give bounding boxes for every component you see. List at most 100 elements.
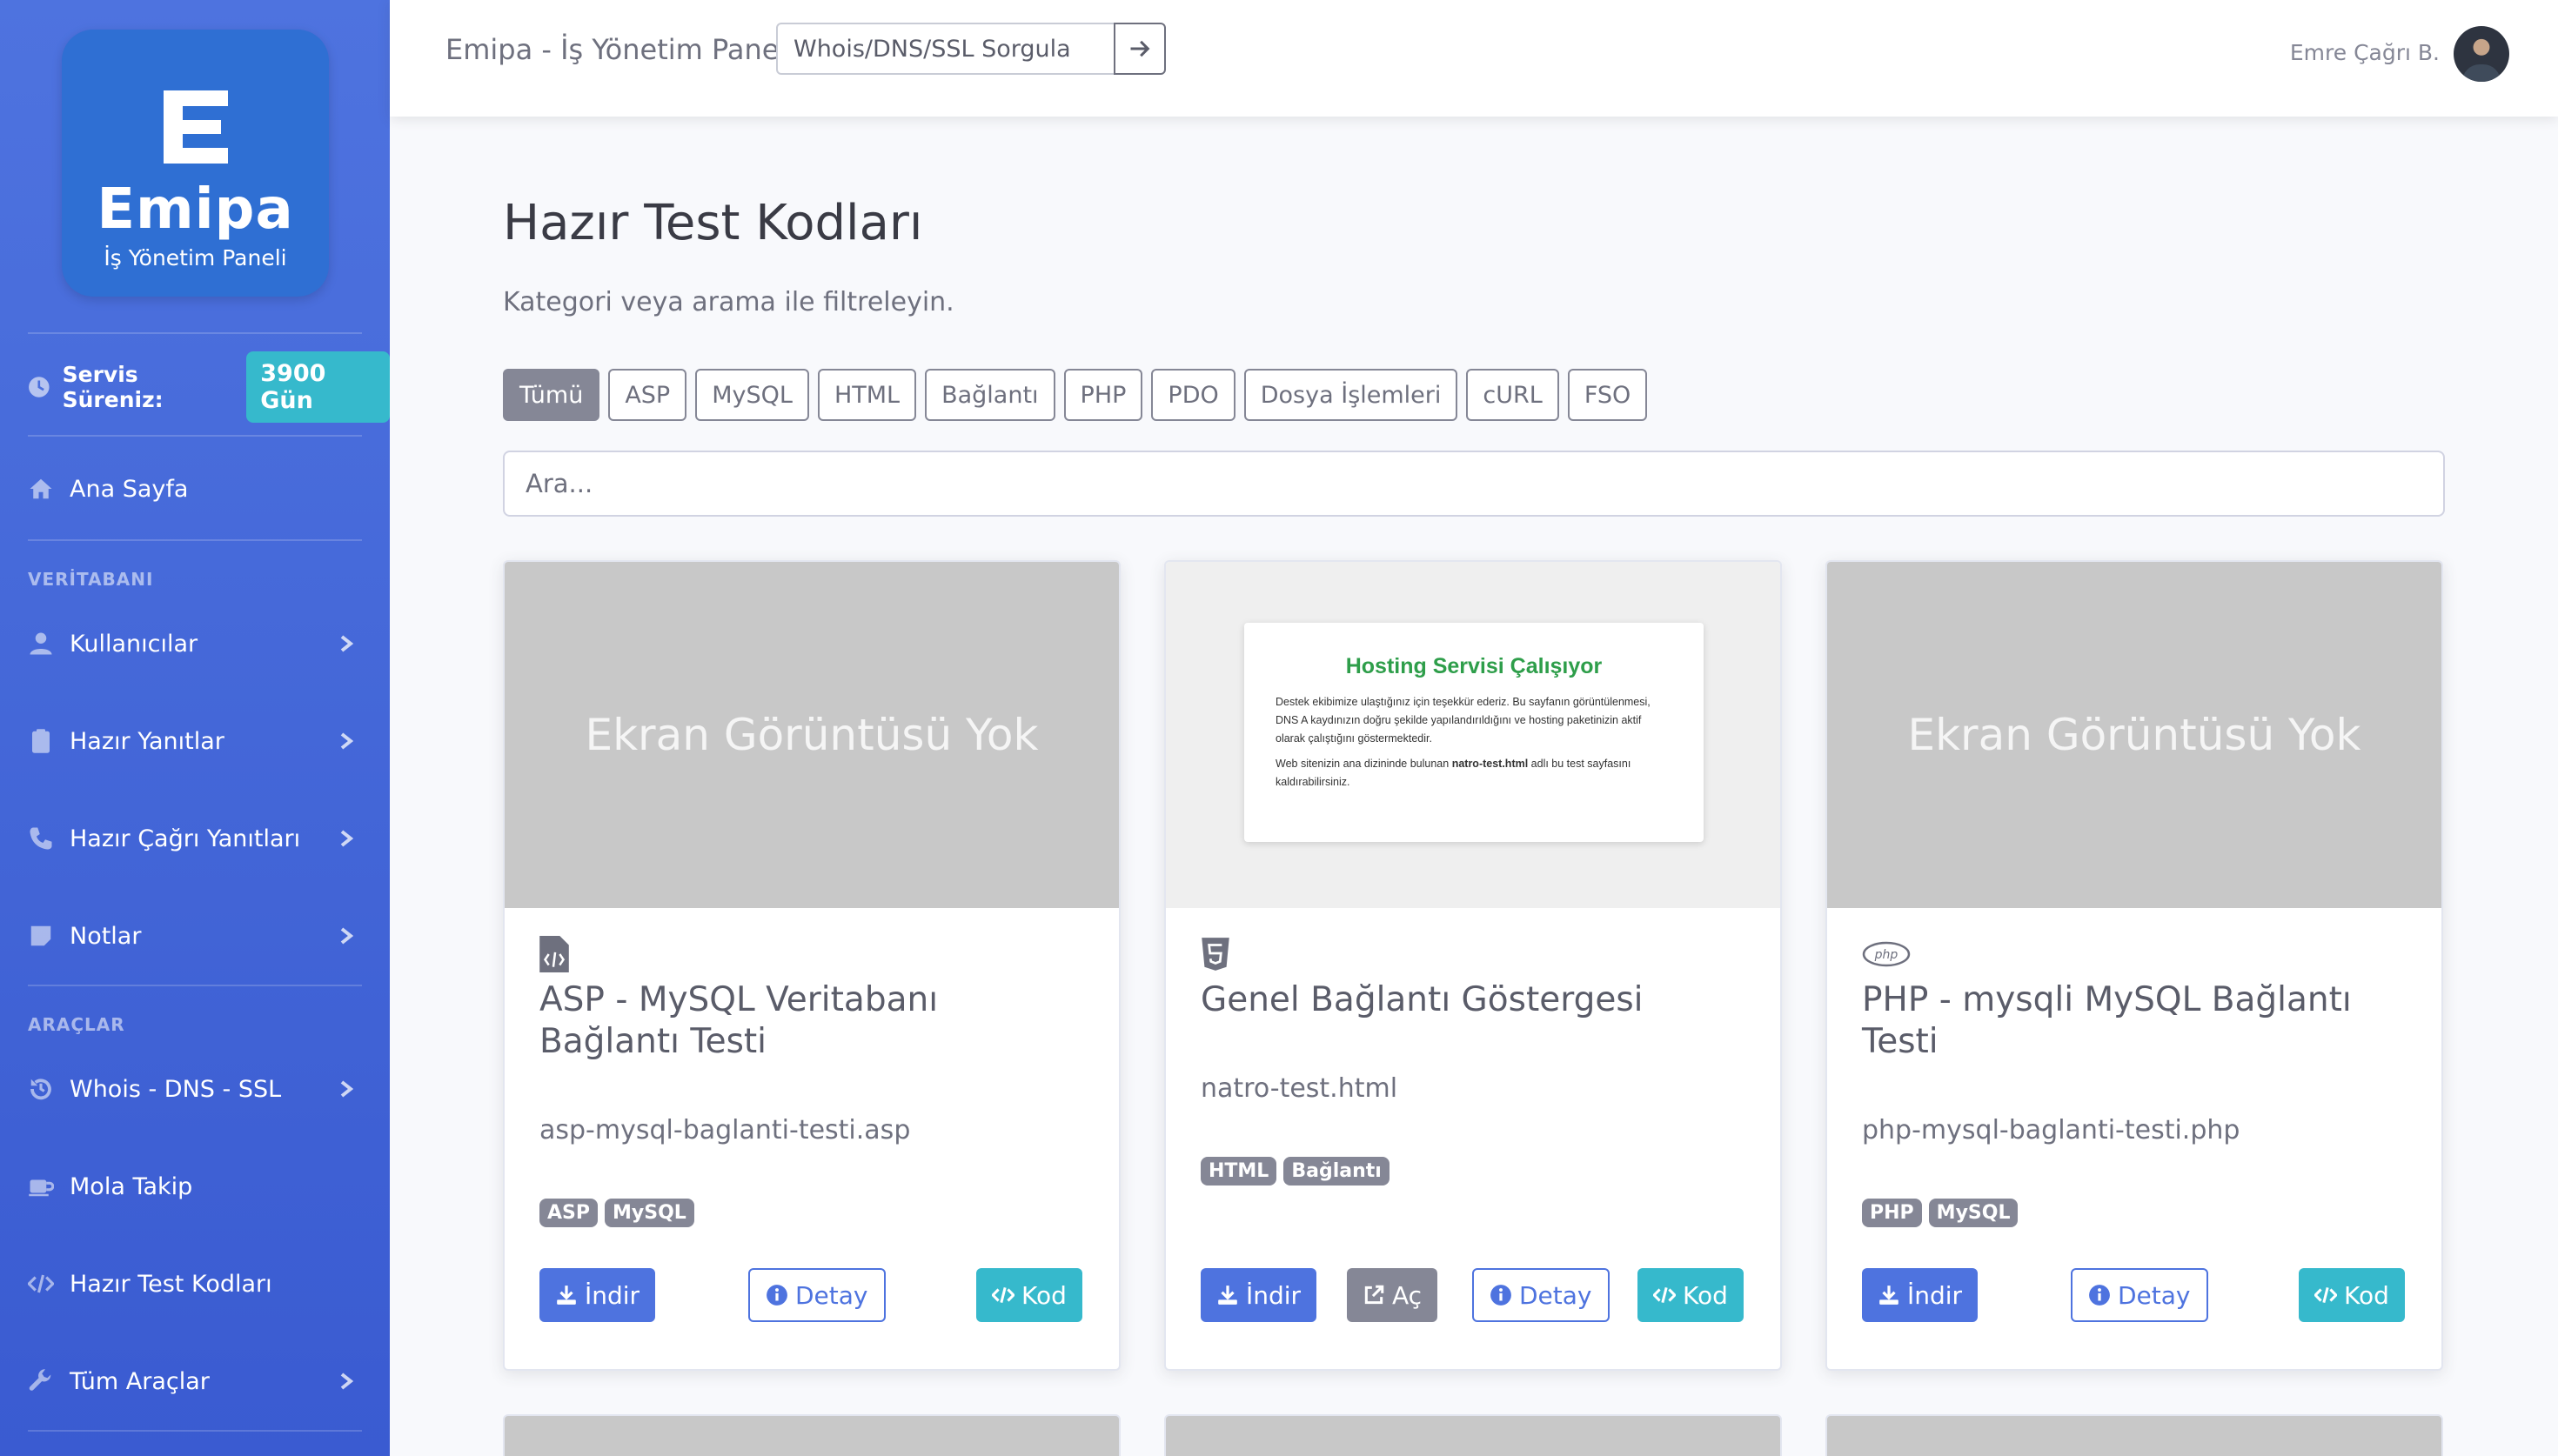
card-tags: HTML Bağlantı [1201,1157,1396,1186]
home-icon [30,478,52,499]
download-label: İndir [1246,1280,1302,1310]
coffee-icon [29,1179,54,1197]
sidebar-item-test-codes[interactable]: Hazır Test Kodları [28,1259,362,1308]
filter-all[interactable]: Tümü [503,369,600,421]
page-subtitle: Kategori veya arama ile filtreleyin. [503,287,954,317]
code-button[interactable]: Kod [2299,1268,2405,1322]
filter-mysql[interactable]: MySQL [695,369,809,421]
preview-text: Web sitenizin ana dizininde bulunan natr… [1276,758,1631,788]
avatar[interactable] [2454,26,2509,82]
sidebar-item-label: Hazır Çağrı Yanıtları [70,825,301,852]
code-card: Hosting Servisi Çalışıyor Destek ekibimi… [1164,560,1782,1371]
sidebar-item-whois[interactable]: Whois - DNS - SSL [28,1065,362,1113]
filter-file-operations[interactable]: Dosya İşlemleri [1243,369,1458,421]
card-title: PHP - mysqli MySQL Bağlantı Testi [1862,980,2352,1061]
service-badge: 3900 Gün [246,351,390,423]
tag-badge: MySQL [1928,1199,2019,1227]
download-button[interactable]: İndir [539,1268,656,1322]
whois-query-input[interactable]: Whois/DNS/SSL Sorgula [776,23,1115,75]
filter-asp[interactable]: ASP [608,369,687,421]
chevron-right-icon [340,927,354,945]
clock-icon [29,377,50,397]
card-tags: ASP MySQL [539,1199,701,1227]
sidebar-heading-tools: ARAÇLAR [28,1014,125,1035]
brand-e-icon [62,83,329,188]
chevron-right-icon [340,1373,354,1390]
sidebar-item-ready-replies[interactable]: Hazır Yanıtlar [28,717,362,765]
card-title: Genel Bağlantı Göstergesi [1201,980,1644,1019]
sidebar-heading-database: VERİTABANI [28,569,154,590]
code-card-partial [1164,1414,1782,1456]
download-button[interactable]: İndir [1201,1268,1317,1322]
download-label: İndir [1907,1280,1963,1310]
filter-group: Tümü ASP MySQL HTML Bağlantı PHP PDO Dos… [503,369,1656,421]
tag-badge: ASP [539,1199,598,1227]
filter-pdo[interactable]: PDO [1151,369,1235,421]
topbar-title: Emipa - İş Yönetim Paneli [445,33,795,66]
detail-button[interactable]: Detay [748,1268,886,1322]
detail-button[interactable]: Detay [2071,1268,2208,1322]
filter-curl[interactable]: cURL [1466,369,1559,421]
filter-fso[interactable]: FSO [1567,369,1648,421]
sidebar-item-label: Kullanıcılar [70,630,198,658]
sidebar-item-call-replies[interactable]: Hazır Çağrı Yanıtları [28,814,362,863]
service-label: Servis Süreniz: [62,362,164,412]
sidebar-divider [28,539,362,541]
arrow-right-icon [1130,40,1150,57]
open-button[interactable]: Aç [1347,1268,1438,1322]
topbar: Emipa - İş Yönetim Paneli Whois/DNS/SSL … [390,0,2558,117]
code-card-partial [503,1414,1121,1456]
search-input[interactable]: Ara... [503,451,2445,517]
download-icon [557,1286,576,1305]
code-icon [1653,1286,1676,1304]
note-icon [30,925,51,946]
code-label: Kod [1683,1280,1728,1310]
card-screenshot-placeholder: Ekran Görüntüsü Yok [505,562,1119,908]
detail-button[interactable]: Detay [1472,1268,1610,1322]
preview-title: Hosting Servisi Çalışıyor [1345,654,1603,678]
sidebar-item-notes[interactable]: Notlar [28,912,362,960]
code-label: Kod [2344,1280,2389,1310]
download-button[interactable]: İndir [1862,1268,1979,1322]
sidebar-item-label: Mola Takip [70,1172,193,1200]
sidebar: Emipa İş Yönetim Paneli Servis Süreniz: … [0,0,390,1456]
sidebar-divider [28,435,362,437]
sidebar-item-home[interactable]: Ana Sayfa [28,464,362,513]
screenshot-preview: Hosting Servisi Çalışıyor Destek ekibimi… [1244,623,1704,842]
code-card: Ekran Görüntüsü Yok ASP - MySQL Veritaba… [503,560,1121,1371]
sidebar-item-label: Hazır Yanıtlar [70,727,224,755]
filter-connection[interactable]: Bağlantı [925,369,1055,421]
history-icon [30,1079,51,1100]
open-label: Aç [1392,1280,1423,1310]
code-button[interactable]: Kod [1637,1268,1744,1322]
info-icon [2089,1285,2110,1306]
brand-logo[interactable]: Emipa İş Yönetim Paneli [62,30,329,297]
query-submit-button[interactable] [1114,23,1166,75]
filter-php[interactable]: PHP [1063,369,1143,421]
sidebar-item-all-tools[interactable]: Tüm Araçlar [28,1357,362,1406]
detail-label: Detay [795,1280,868,1310]
tag-badge: MySQL [605,1199,694,1227]
sidebar-item-break-tracking[interactable]: Mola Takip [28,1162,362,1211]
info-icon [767,1285,787,1306]
sidebar-item-label: Notlar [70,922,142,950]
sidebar-divider [28,985,362,986]
card-screenshot-placeholder: Ekran Görüntüsü Yok [1827,562,2441,908]
sidebar-item-users[interactable]: Kullanıcılar [28,619,362,668]
file-code-icon [539,936,569,972]
html5-icon [1202,938,1229,971]
service-duration: Servis Süreniz: 3900 Gün [28,351,390,423]
preview-text: Destek ekibimize ulaştığınız için teşekk… [1276,696,1651,745]
user-name[interactable]: Emre Çağrı B. [2290,40,2440,65]
code-card: Ekran Görüntüsü Yok php PHP - mysqli MyS… [1825,560,2443,1371]
page-title: Hazır Test Kodları [503,195,923,251]
code-button[interactable]: Kod [976,1268,1082,1322]
sidebar-divider [28,332,362,334]
chevron-right-icon [340,635,354,652]
svg-text:php: php [1874,948,1898,962]
phone-icon [30,827,52,850]
filter-html[interactable]: HTML [817,369,917,421]
card-filename: natro-test.html [1201,1073,1398,1104]
user-icon [30,632,52,655]
tag-badge: Bağlantı [1283,1157,1389,1186]
